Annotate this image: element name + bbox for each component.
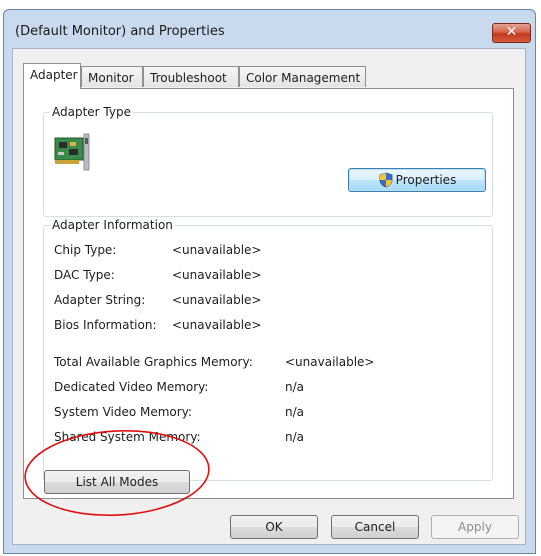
dedicated-video-memory-value: n/a bbox=[285, 380, 305, 394]
ok-button-label: OK bbox=[265, 520, 283, 534]
tab-troubleshoot[interactable]: Troubleshoot bbox=[143, 66, 239, 87]
total-graphics-memory-label: Total Available Graphics Memory: bbox=[54, 355, 253, 369]
dac-type-label: DAC Type: bbox=[54, 268, 115, 282]
shared-system-memory-label: Shared System Memory: bbox=[54, 430, 201, 444]
chip-type-label: Chip Type: bbox=[54, 243, 117, 257]
list-all-modes-button[interactable]: List All Modes bbox=[44, 470, 190, 494]
graphics-card-icon bbox=[54, 133, 90, 171]
properties-button-label: Properties bbox=[395, 173, 457, 187]
uac-shield-icon bbox=[379, 172, 393, 187]
title-bar[interactable]: (Default Monitor) and Properties ✕ bbox=[4, 10, 535, 48]
adapter-tab-panel: Adapter Type Properties Adapter Informat… bbox=[23, 88, 514, 499]
adapter-information-group-label: Adapter Information bbox=[50, 218, 175, 232]
bios-information-label: Bios Information: bbox=[54, 318, 157, 332]
list-all-modes-button-label: List All Modes bbox=[75, 475, 159, 489]
cancel-button[interactable]: Cancel bbox=[331, 515, 419, 539]
adapter-string-value: <unavailable> bbox=[172, 293, 262, 307]
adapter-type-group: Adapter Type Properties bbox=[43, 105, 493, 217]
window-title: (Default Monitor) and Properties bbox=[15, 24, 225, 39]
tab-troubleshoot-label: Troubleshoot bbox=[150, 71, 227, 85]
dac-type-value: <unavailable> bbox=[172, 268, 262, 282]
close-icon: ✕ bbox=[505, 24, 518, 40]
tab-color-management-label: Color Management bbox=[246, 71, 361, 85]
chip-type-value: <unavailable> bbox=[172, 243, 262, 257]
ok-button[interactable]: OK bbox=[230, 515, 318, 539]
apply-button-label: Apply bbox=[458, 520, 492, 534]
tab-adapter[interactable]: Adapter bbox=[23, 63, 81, 89]
system-video-memory-value: n/a bbox=[285, 405, 305, 419]
tab-monitor-label: Monitor bbox=[88, 71, 134, 85]
tab-color-management[interactable]: Color Management bbox=[239, 66, 366, 87]
system-video-memory-label: System Video Memory: bbox=[54, 405, 192, 419]
dialog-client-area: Adapter Monitor Troubleshoot Color Manag… bbox=[12, 48, 526, 545]
close-button[interactable]: ✕ bbox=[492, 23, 531, 43]
dedicated-video-memory-label: Dedicated Video Memory: bbox=[54, 380, 209, 394]
adapter-information-group: Adapter Information Chip Type: <unavaila… bbox=[43, 218, 493, 481]
apply-button[interactable]: Apply bbox=[431, 515, 519, 539]
tab-monitor[interactable]: Monitor bbox=[81, 66, 143, 87]
properties-dialog: (Default Monitor) and Properties ✕ Adapt… bbox=[3, 9, 536, 554]
tab-adapter-label: Adapter bbox=[30, 68, 78, 82]
adapter-type-group-label: Adapter Type bbox=[50, 105, 133, 119]
total-graphics-memory-value: <unavailable> bbox=[285, 355, 375, 369]
bios-information-value: <unavailable> bbox=[172, 318, 262, 332]
shared-system-memory-value: n/a bbox=[285, 430, 305, 444]
cancel-button-label: Cancel bbox=[354, 520, 396, 534]
adapter-string-label: Adapter String: bbox=[54, 293, 146, 307]
properties-button[interactable]: Properties bbox=[348, 168, 486, 192]
